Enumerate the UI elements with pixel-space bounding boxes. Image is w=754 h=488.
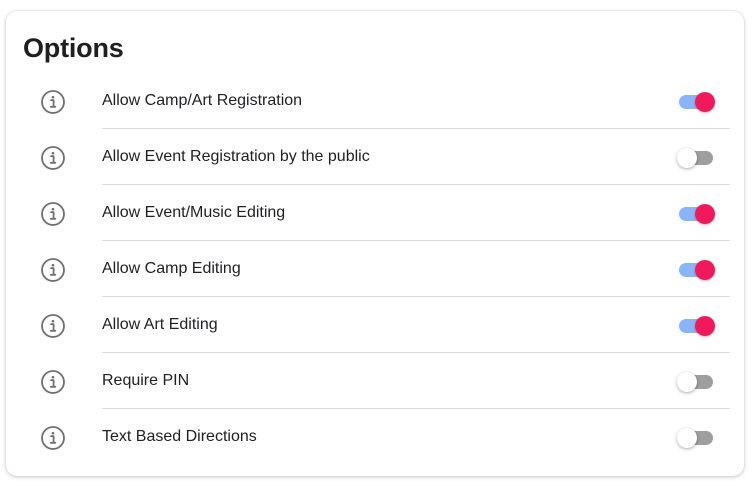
info-icon[interactable] bbox=[40, 369, 66, 395]
option-row-text-based-directions: Text Based Directions bbox=[6, 409, 744, 465]
option-label: Allow Camp/Art Registration bbox=[102, 92, 303, 109]
toggle-switch[interactable] bbox=[677, 204, 717, 224]
option-label: Text Based Directions bbox=[102, 428, 257, 445]
info-icon[interactable] bbox=[40, 425, 66, 451]
toggle-switch[interactable] bbox=[677, 92, 717, 112]
option-row-art-editing: Allow Art Editing bbox=[6, 297, 744, 353]
option-label: Allow Camp Editing bbox=[102, 260, 241, 277]
toggle-switch[interactable] bbox=[677, 260, 717, 280]
option-row-event-music-editing: Allow Event/Music Editing bbox=[6, 185, 744, 241]
info-icon[interactable] bbox=[40, 201, 66, 227]
option-row-event-registration-public: Allow Event Registration by the public bbox=[6, 129, 744, 185]
info-icon[interactable] bbox=[40, 145, 66, 171]
toggle-thumb bbox=[677, 148, 697, 168]
option-label: Require PIN bbox=[102, 372, 190, 389]
toggle-thumb bbox=[695, 204, 715, 224]
option-label: Allow Event Registration by the public bbox=[102, 148, 370, 165]
option-row-camp-art-registration: Allow Camp/Art Registration bbox=[6, 73, 744, 129]
toggle-thumb bbox=[695, 316, 715, 336]
option-label: Allow Art Editing bbox=[102, 316, 218, 333]
options-list: Allow Camp/Art Registration Allow Event … bbox=[6, 73, 744, 465]
info-icon[interactable] bbox=[40, 89, 66, 115]
toggle-thumb bbox=[677, 428, 697, 448]
toggle-switch[interactable] bbox=[677, 148, 717, 168]
toggle-thumb bbox=[677, 372, 697, 392]
option-row-require-pin: Require PIN bbox=[6, 353, 744, 409]
toggle-thumb bbox=[695, 92, 715, 112]
toggle-switch[interactable] bbox=[677, 372, 717, 392]
option-row-camp-editing: Allow Camp Editing bbox=[6, 241, 744, 297]
card-title: Options bbox=[23, 33, 124, 63]
option-label: Allow Event/Music Editing bbox=[102, 204, 286, 221]
toggle-switch[interactable] bbox=[677, 316, 717, 336]
toggle-thumb bbox=[695, 260, 715, 280]
options-card: Options Allow Camp/Art Registration Allo… bbox=[6, 11, 744, 476]
toggle-switch[interactable] bbox=[677, 428, 717, 448]
info-icon[interactable] bbox=[40, 313, 66, 339]
info-icon[interactable] bbox=[40, 257, 66, 283]
